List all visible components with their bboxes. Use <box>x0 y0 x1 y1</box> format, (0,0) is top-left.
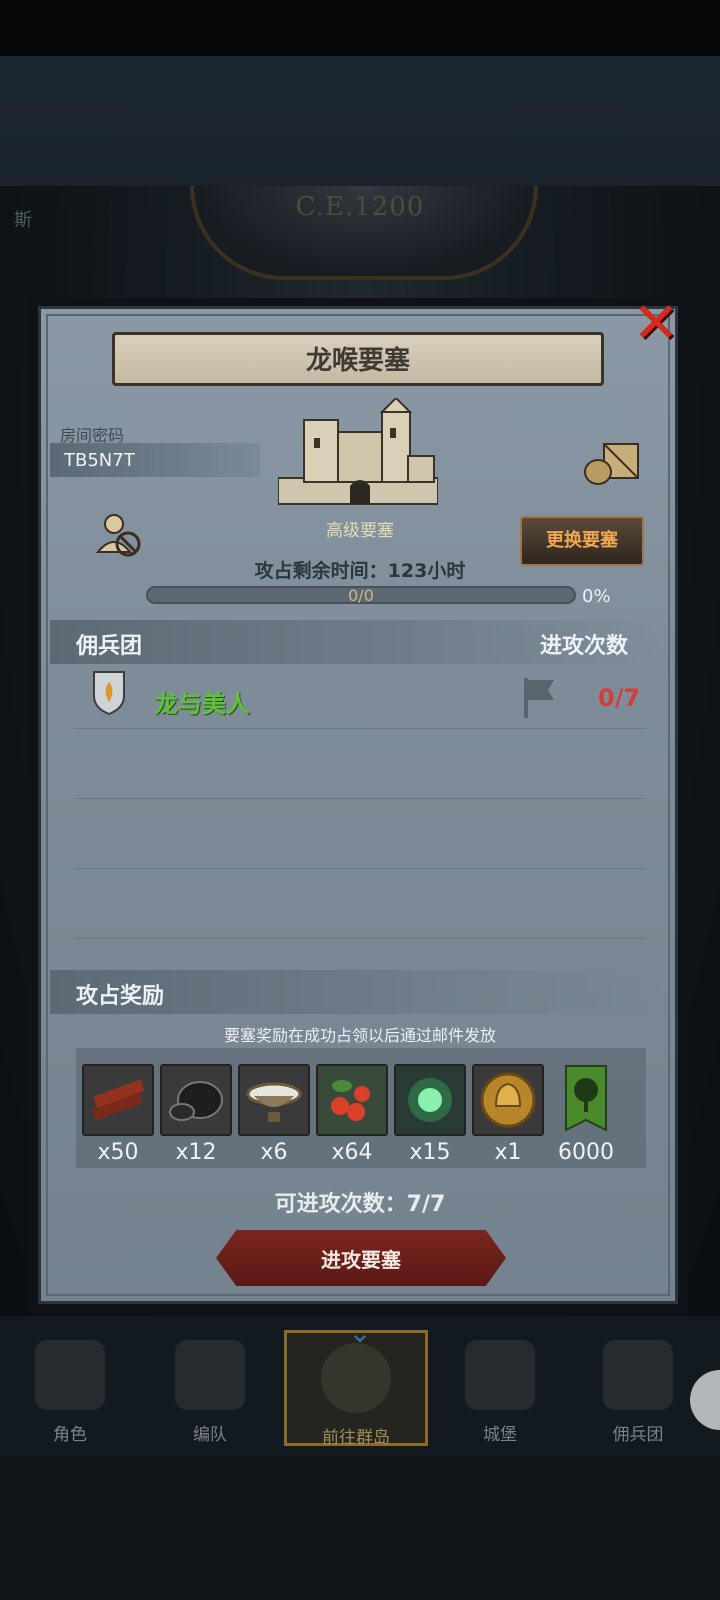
attack-fortress-button-label[interactable]: 进攻要塞 <box>216 1244 506 1273</box>
background-top <box>0 56 720 186</box>
reward-item[interactable] <box>160 1064 232 1136</box>
nav-item-formation[interactable]: 编队 <box>140 1330 280 1450</box>
ore-rock-icon <box>169 1081 223 1121</box>
berries-icon <box>331 1080 370 1121</box>
knight-icon <box>35 1340 105 1410</box>
reward-quantity: x1 <box>494 1140 522 1165</box>
status-bar <box>0 0 720 56</box>
close-icon: ✕ <box>632 291 680 356</box>
reward-note: 要塞奖励在成功占领以后通过邮件发放 <box>223 1026 496 1045</box>
reward-item[interactable] <box>550 1064 622 1136</box>
dialog-title: 龙喉要塞 <box>305 346 410 376</box>
attack-count-header: 进攻次数 <box>540 634 629 659</box>
nav-label: 编队 <box>193 1425 227 1445</box>
nav-label: 佣兵团 <box>612 1425 664 1445</box>
row-divider <box>74 798 646 799</box>
compass-icon <box>321 1343 391 1413</box>
user-blocked-icon[interactable] <box>96 512 142 558</box>
reward-item[interactable] <box>238 1064 310 1136</box>
nav-label: 前往群岛 <box>322 1428 390 1448</box>
bottom-area <box>0 1456 720 1600</box>
chevron-down-icon: ⌄ <box>348 1316 372 1349</box>
mercenary-attack-count: 0/7 <box>598 684 641 712</box>
nav-item-mercenaries[interactable]: 佣兵团 <box>568 1330 708 1450</box>
nav-item-castle[interactable]: 城堡 <box>430 1330 570 1450</box>
reward-quantity: 6000 <box>558 1140 614 1165</box>
nav-item-character[interactable]: 角色 <box>0 1330 140 1450</box>
green-spirit-icon <box>408 1078 452 1122</box>
reward-item[interactable] <box>316 1064 388 1136</box>
guild-shield-icon <box>93 671 125 716</box>
golden-helmet-medal-icon <box>480 1072 536 1128</box>
reward-quantity: x12 <box>175 1140 217 1165</box>
mercenary-name[interactable]: 龙与美人 <box>154 684 250 719</box>
room-code[interactable]: TB5N7T <box>64 450 135 471</box>
time-remaining: 攻占剩余时间：123小时 <box>254 560 466 582</box>
silver-bowl-icon <box>246 1082 302 1122</box>
supply-bag-icon[interactable] <box>582 440 642 486</box>
mercenary-header: 佣兵团 <box>76 634 143 659</box>
helmet-icon <box>175 1340 245 1410</box>
reward-item[interactable] <box>82 1064 154 1136</box>
wood-planks-icon <box>91 1079 145 1121</box>
tower-icon <box>603 1340 673 1410</box>
reward-quantity: x50 <box>97 1140 139 1165</box>
tree-banner-icon <box>565 1065 607 1132</box>
flag-icon <box>524 678 554 718</box>
reward-quantity: x15 <box>409 1140 451 1165</box>
nav-label: 城堡 <box>483 1425 517 1445</box>
reward-header: 攻占奖励 <box>76 984 165 1009</box>
progress-value: 0/0 <box>348 586 374 605</box>
row-divider <box>74 728 646 729</box>
castle-icon <box>465 1340 535 1410</box>
reward-item[interactable] <box>472 1064 544 1136</box>
progress-percent: 0% <box>582 586 611 607</box>
reward-quantity: x6 <box>260 1140 288 1165</box>
available-attacks: 可进攻次数：7/7 <box>274 1192 446 1217</box>
row-divider <box>74 868 646 869</box>
fortress-icon <box>278 398 438 505</box>
fortress-grade: 高级要塞 <box>326 521 394 541</box>
reward-quantity: x64 <box>331 1140 373 1165</box>
row-divider <box>74 938 646 939</box>
nav-label: 角色 <box>53 1425 87 1445</box>
close-button[interactable]: ✕ <box>630 296 682 352</box>
reward-item[interactable] <box>394 1064 466 1136</box>
